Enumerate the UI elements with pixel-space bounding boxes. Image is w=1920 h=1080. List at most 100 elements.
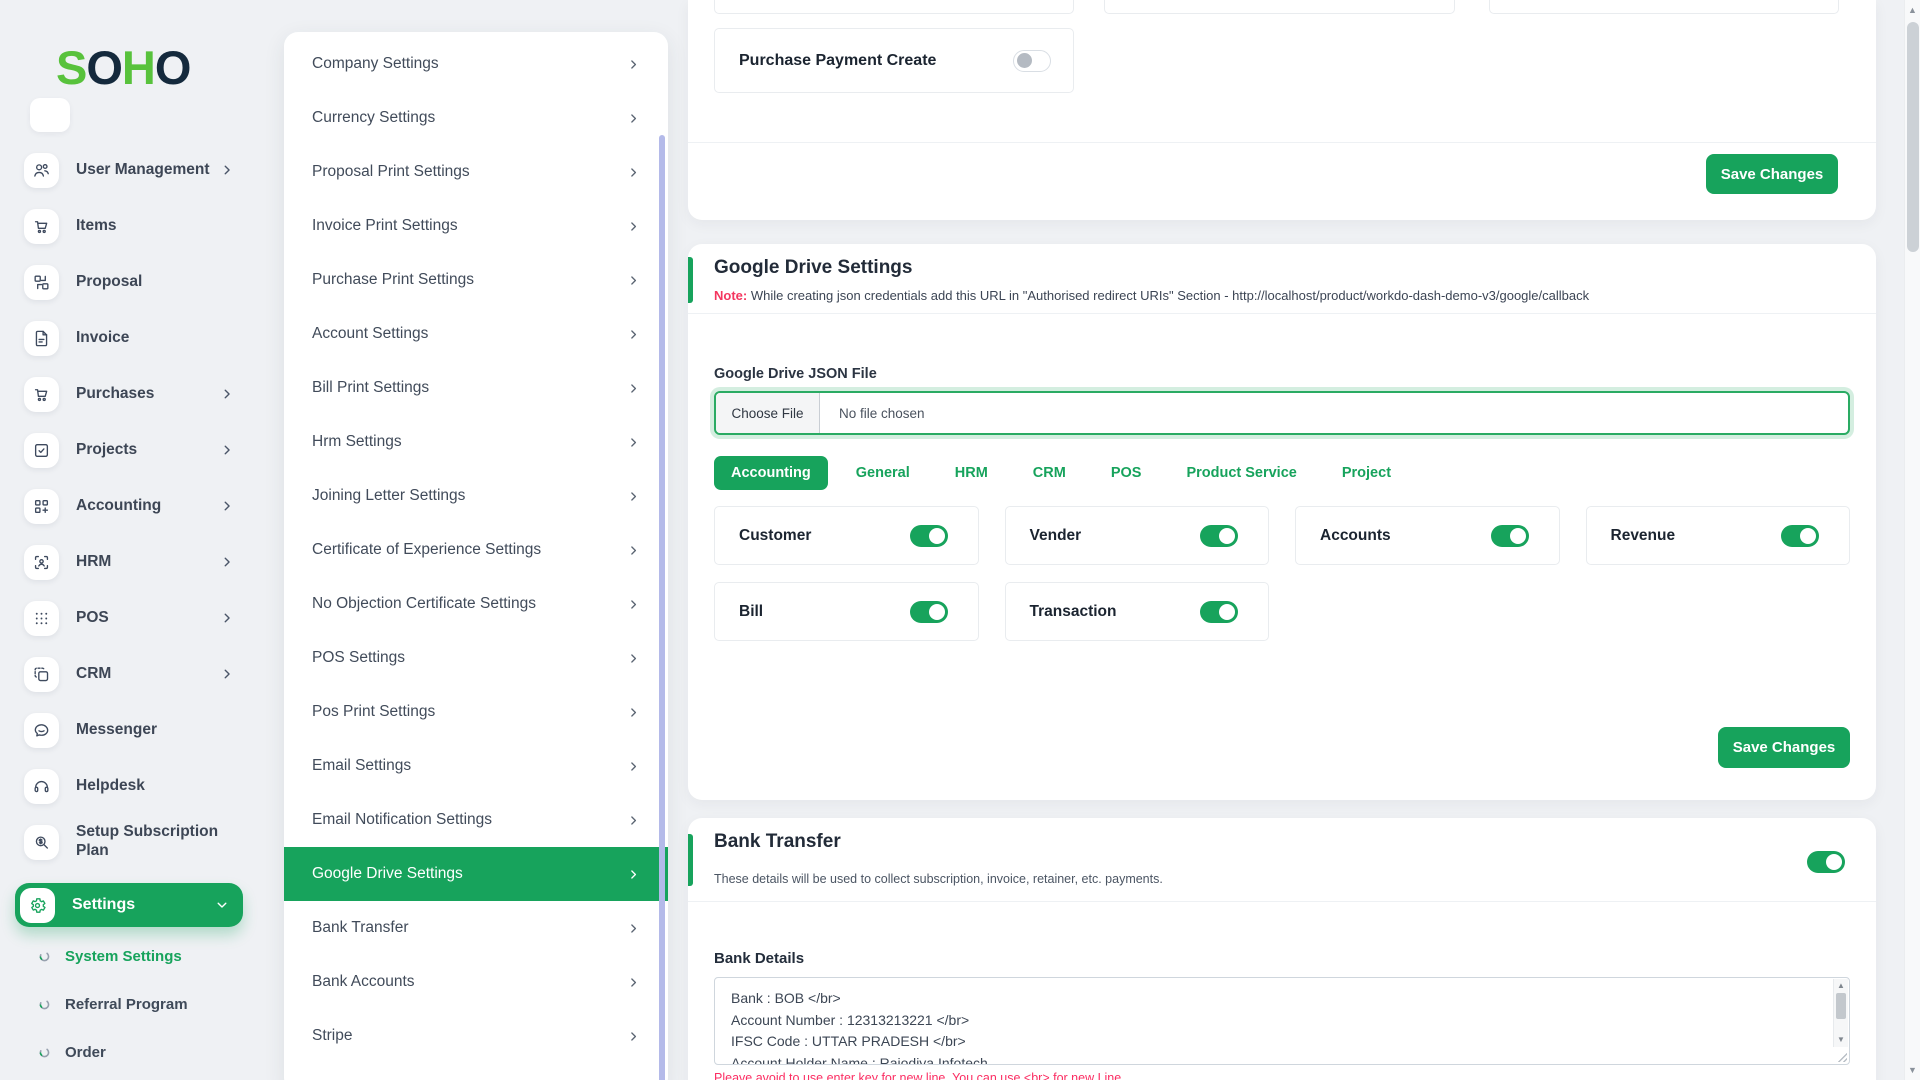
chevron-right-icon	[220, 555, 234, 569]
tab-hrm[interactable]: HRM	[938, 456, 1005, 490]
chevron-right-icon	[627, 112, 640, 125]
settings-menu-item-proposal-print-settings[interactable]: Proposal Print Settings	[284, 145, 668, 199]
sidebar-item-purchases[interactable]: Purchases	[0, 366, 284, 422]
sidebar-subitem-system-settings[interactable]: System Settings	[0, 932, 284, 980]
sidebar-subitem-referral-program[interactable]: Referral Program	[0, 980, 284, 1028]
bank-transfer-toggle[interactable]	[1807, 851, 1845, 873]
save-changes-button[interactable]: Save Changes	[1706, 154, 1838, 194]
textarea-scrollbar[interactable]: ▲ ▼	[1833, 979, 1848, 1047]
scroll-down-arrow[interactable]: ▼	[1905, 1065, 1920, 1075]
module-toggle-revenue[interactable]	[1781, 524, 1819, 547]
chevron-right-icon	[627, 544, 640, 557]
scrolled-item-icon-box	[30, 98, 70, 132]
settings-menu-item-currency-settings[interactable]: Currency Settings	[284, 91, 668, 145]
settings-menu-item-paypal[interactable]: Paypal	[284, 1063, 668, 1080]
file-status-text: No file chosen	[839, 405, 925, 421]
sidebar-item-label: CRM	[76, 664, 112, 682]
copy-icon	[24, 656, 59, 692]
module-toggle-transaction[interactable]	[1200, 600, 1238, 623]
sidebar-item-proposal[interactable]: Proposal	[0, 254, 284, 310]
gear-icon	[20, 887, 55, 923]
brand-logo[interactable]: SOHO	[56, 41, 191, 94]
square-check-icon	[24, 432, 59, 468]
main-sidebar: SOHO User Management Items Proposal Invo…	[0, 0, 284, 1080]
sidebar-subitem-order[interactable]: Order	[0, 1028, 284, 1076]
sidebar-item-hrm[interactable]: HRM	[0, 534, 284, 590]
settings-menu-item-account-settings[interactable]: Account Settings	[284, 307, 668, 361]
scroll-up-arrow[interactable]: ▲	[1834, 981, 1848, 991]
settings-menu-item-bill-print-settings[interactable]: Bill Print Settings	[284, 361, 668, 415]
chevron-right-icon	[627, 436, 640, 449]
settings-menu-item-purchase-print-settings[interactable]: Purchase Print Settings	[284, 253, 668, 307]
sidebar-item-setup-subscription-plan[interactable]: Setup Subscription Plan	[0, 814, 284, 870]
cutoff-setting-box	[1489, 0, 1839, 14]
purchase-payment-create-label: Purchase Payment Create	[739, 51, 937, 69]
settings-menu-item-label: Certificate of Experience Settings	[312, 541, 542, 558]
tab-pos[interactable]: POS	[1094, 456, 1159, 490]
sidebar-item-helpdesk[interactable]: Helpdesk	[0, 758, 284, 814]
sidebar-item-crm[interactable]: CRM	[0, 646, 284, 702]
settings-menu-item-stripe[interactable]: Stripe	[284, 1009, 668, 1063]
settings-menu-item-bank-accounts[interactable]: Bank Accounts	[284, 955, 668, 1009]
users-icon	[24, 152, 59, 188]
tab-general[interactable]: General	[839, 456, 927, 490]
sidebar-item-projects[interactable]: Projects	[0, 422, 284, 478]
scroll-down-arrow[interactable]: ▼	[1834, 1035, 1848, 1045]
main-content: Purchase Payment Create Save Changes Goo…	[688, 0, 1876, 1080]
settings-menu-item-label: Bank Transfer	[312, 919, 409, 936]
module-toggle-vender[interactable]	[1200, 524, 1238, 547]
sidebar-item-settings[interactable]: Settings	[15, 883, 243, 927]
sidebar-item-accounting[interactable]: Accounting	[0, 478, 284, 534]
settings-menu-item-label: Stripe	[312, 1027, 353, 1044]
module-label: Bill	[739, 602, 764, 620]
module-toggle-customer[interactable]	[909, 524, 948, 547]
bank-details-label: Bank Details	[714, 950, 805, 967]
scrollbar-thumb[interactable]	[1907, 22, 1919, 252]
sidebar-item-items[interactable]: Items	[0, 198, 284, 254]
module-box-vender: Vender	[1004, 506, 1269, 565]
tab-accounting[interactable]: Accounting	[714, 456, 828, 490]
scroll-up-arrow[interactable]: ▲	[1905, 5, 1920, 15]
sidebar-item-messenger[interactable]: Messenger	[0, 702, 284, 758]
settings-menu-item-label: Email Settings	[312, 757, 412, 774]
module-label: Revenue	[1610, 526, 1676, 544]
settings-menu-item-joining-letter-settings[interactable]: Joining Letter Settings	[284, 469, 668, 523]
scrollbar-thumb[interactable]	[1836, 993, 1846, 1019]
logo-letter: O	[86, 41, 123, 94]
sidebar-item-user-management[interactable]: User Management	[0, 142, 284, 198]
module-toggle-accounts[interactable]	[1490, 524, 1529, 547]
settings-menu-item-email-notification-settings[interactable]: Email Notification Settings	[284, 793, 668, 847]
settings-menu-scrollbar[interactable]	[659, 135, 665, 1080]
settings-menu-item-no-objection-certificate-settings[interactable]: No Objection Certificate Settings	[284, 577, 668, 631]
gdrive-json-file-input[interactable]: Choose File No file chosen	[714, 391, 1850, 435]
settings-menu-item-invoice-print-settings[interactable]: Invoice Print Settings	[284, 199, 668, 253]
module-box-accounts: Accounts	[1295, 506, 1560, 565]
settings-menu-item-company-settings[interactable]: Company Settings	[284, 37, 668, 91]
purchase-payment-create-toggle[interactable]	[1013, 49, 1051, 72]
sidebar-item-invoice[interactable]: Invoice	[0, 310, 284, 366]
choose-file-button[interactable]: Choose File	[716, 393, 820, 433]
settings-menu-item-google-drive-settings[interactable]: Google Drive Settings	[284, 847, 668, 901]
settings-menu-item-email-settings[interactable]: Email Settings	[284, 739, 668, 793]
save-changes-button[interactable]: Save Changes	[1718, 727, 1850, 768]
module-toggle-bill[interactable]	[909, 600, 948, 623]
settings-menu-item-pos-print-settings[interactable]: Pos Print Settings	[284, 685, 668, 739]
settings-menu-item-label: Hrm Settings	[312, 433, 402, 450]
chevron-right-icon	[220, 387, 234, 401]
page-scrollbar[interactable]: ▲ ▼	[1904, 0, 1920, 1080]
settings-menu-item-label: Currency Settings	[312, 109, 436, 126]
chevron-right-icon	[627, 976, 640, 989]
tab-crm[interactable]: CRM	[1016, 456, 1083, 490]
settings-menu-item-bank-transfer[interactable]: Bank Transfer	[284, 901, 668, 955]
sidebar-item-label: Helpdesk	[76, 776, 145, 794]
settings-menu-item-certificate-of-experience-settings[interactable]: Certificate of Experience Settings	[284, 523, 668, 577]
settings-menu-item-label: Bill Print Settings	[312, 379, 430, 396]
circle-bullet-icon	[38, 950, 51, 963]
sidebar-item-pos[interactable]: POS	[0, 590, 284, 646]
bank-details-textarea[interactable]: Bank : BOB </br> Account Number : 123132…	[715, 978, 1849, 1064]
chevron-right-icon	[627, 166, 640, 179]
tab-product-service[interactable]: Product Service	[1169, 456, 1313, 490]
tab-project[interactable]: Project	[1325, 456, 1408, 490]
settings-menu-item-pos-settings[interactable]: POS Settings	[284, 631, 668, 685]
settings-menu-item-hrm-settings[interactable]: Hrm Settings	[284, 415, 668, 469]
